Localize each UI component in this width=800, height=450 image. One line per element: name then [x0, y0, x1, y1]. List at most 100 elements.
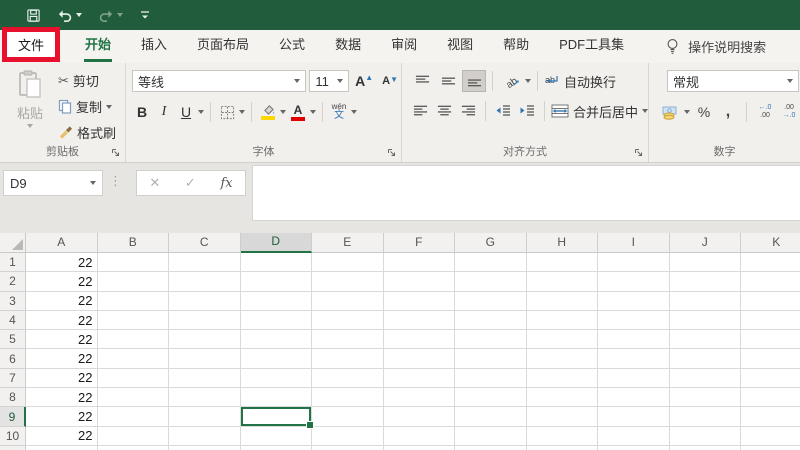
row-header-5[interactable]: 5: [0, 330, 26, 350]
cell-G10[interactable]: [455, 426, 527, 446]
font-size-combobox[interactable]: 11: [309, 70, 350, 92]
cell-E2[interactable]: [312, 272, 384, 292]
cell-A1[interactable]: 22: [26, 253, 98, 273]
undo-button[interactable]: [57, 8, 82, 23]
cell-E6[interactable]: [312, 349, 384, 369]
middle-align-button[interactable]: [436, 70, 460, 92]
enter-formula-button[interactable]: ✓: [185, 175, 196, 191]
cell-F8[interactable]: [383, 388, 455, 408]
undo-dropdown-caret[interactable]: [76, 13, 82, 17]
merge-center-button[interactable]: 合并后居中: [551, 102, 648, 121]
insert-function-button[interactable]: fx: [220, 176, 232, 191]
cell-J9[interactable]: [669, 407, 741, 427]
cell-C4[interactable]: [169, 310, 241, 331]
cell-E10[interactable]: [312, 426, 384, 446]
merge-center-dropdown-caret[interactable]: [641, 109, 648, 113]
cell-I5[interactable]: [598, 330, 670, 350]
row-header-11[interactable]: 11: [0, 445, 26, 450]
paste-dropdown-caret[interactable]: [27, 124, 33, 128]
cell-K2[interactable]: [741, 272, 800, 292]
cell-K9[interactable]: [741, 407, 800, 427]
row-header-4[interactable]: 4: [0, 310, 26, 331]
cell-G9[interactable]: [455, 407, 527, 427]
borders-dropdown-caret[interactable]: [239, 110, 245, 114]
cut-button[interactable]: ✂ 剪切: [58, 70, 116, 91]
cell-H4[interactable]: [526, 310, 598, 331]
cell-A3[interactable]: 22: [26, 291, 98, 311]
cell-B2[interactable]: [97, 272, 169, 292]
cell-I10[interactable]: [598, 426, 670, 446]
cell-K8[interactable]: [741, 388, 800, 408]
cell-C7[interactable]: [169, 368, 241, 389]
cell-G3[interactable]: [455, 291, 527, 311]
cell-K11[interactable]: [741, 445, 800, 450]
column-header-H[interactable]: H: [526, 233, 598, 253]
cell-B7[interactable]: [97, 368, 169, 389]
cell-B3[interactable]: [97, 291, 169, 311]
font-color-dropdown-caret[interactable]: [310, 110, 316, 114]
row-header-1[interactable]: 1: [0, 253, 26, 273]
cell-H5[interactable]: [526, 330, 598, 350]
underline-dropdown-caret[interactable]: [198, 110, 204, 114]
tab-view[interactable]: 视图: [432, 27, 488, 67]
fill-color-dropdown-caret[interactable]: [280, 110, 286, 114]
cell-B9[interactable]: [97, 407, 169, 427]
cell-F3[interactable]: [383, 291, 455, 311]
cell-J7[interactable]: [669, 368, 741, 389]
cell-J1[interactable]: [669, 253, 741, 273]
cell-G11[interactable]: [455, 445, 527, 450]
cell-D9[interactable]: [240, 407, 314, 430]
borders-button[interactable]: [217, 101, 237, 123]
column-header-I[interactable]: I: [598, 233, 670, 253]
cell-E1[interactable]: [312, 253, 384, 273]
cell-D11[interactable]: [240, 445, 312, 450]
cell-G7[interactable]: [455, 368, 527, 389]
cell-F10[interactable]: [383, 426, 455, 446]
cell-J2[interactable]: [669, 272, 741, 292]
cell-D5[interactable]: [240, 330, 312, 350]
cell-D4[interactable]: [240, 310, 312, 331]
customize-quick-access-button[interactable]: [139, 9, 151, 21]
tab-review[interactable]: 审阅: [376, 27, 432, 67]
cell-K1[interactable]: [741, 253, 800, 273]
cell-G6[interactable]: [455, 349, 527, 369]
cell-G8[interactable]: [455, 388, 527, 408]
top-align-button[interactable]: [410, 70, 434, 92]
decrease-font-size-button[interactable]: A ▼: [379, 75, 401, 87]
cell-F4[interactable]: [383, 310, 455, 331]
cell-E8[interactable]: [312, 388, 384, 408]
tab-page-layout[interactable]: 页面布局: [182, 27, 264, 67]
cell-J11[interactable]: [669, 445, 741, 450]
row-header-6[interactable]: 6: [0, 349, 26, 369]
row-header-3[interactable]: 3: [0, 291, 26, 311]
tab-help[interactable]: 帮助: [488, 27, 544, 67]
cell-D10[interactable]: [240, 426, 312, 446]
column-header-G[interactable]: G: [455, 233, 527, 253]
column-header-F[interactable]: F: [383, 233, 455, 253]
column-header-E[interactable]: E: [312, 233, 384, 253]
column-header-A[interactable]: A: [26, 233, 98, 253]
phonetic-dropdown-caret[interactable]: [351, 110, 357, 114]
cell-J8[interactable]: [669, 388, 741, 408]
row-header-2[interactable]: 2: [0, 272, 26, 292]
cell-F1[interactable]: [383, 253, 455, 273]
cell-K6[interactable]: [741, 349, 800, 369]
row-header-9[interactable]: 9: [0, 407, 26, 427]
cell-B5[interactable]: [97, 330, 169, 350]
cell-K4[interactable]: [741, 310, 800, 331]
cell-D1[interactable]: [240, 253, 312, 273]
cell-E7[interactable]: [312, 368, 384, 389]
cell-A8[interactable]: 22: [26, 388, 98, 408]
cell-A9[interactable]: 22: [26, 407, 98, 427]
cell-H3[interactable]: [526, 291, 598, 311]
accounting-format-dropdown-caret[interactable]: [684, 110, 690, 114]
tab-data[interactable]: 数据: [320, 27, 376, 67]
cell-G5[interactable]: [455, 330, 527, 350]
increase-decimal-button[interactable]: ←.0 .00: [755, 101, 775, 123]
cell-F9[interactable]: [383, 407, 455, 427]
comma-style-button[interactable]: ,: [718, 101, 738, 123]
tab-formulas[interactable]: 公式: [264, 27, 320, 67]
cell-F7[interactable]: [383, 368, 455, 389]
cell-B6[interactable]: [97, 349, 169, 369]
font-name-combobox[interactable]: 等线: [132, 70, 307, 92]
